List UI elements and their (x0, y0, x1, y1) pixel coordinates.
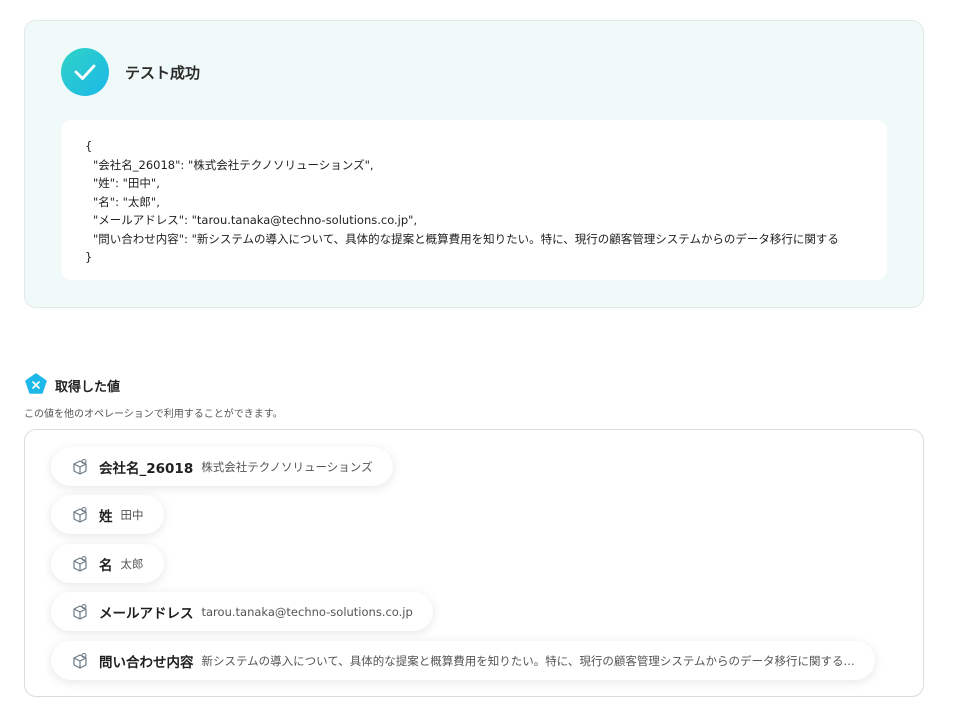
success-title: テスト成功 (125, 63, 201, 82)
json-line: "会社名_26018": "株式会社テクノソリューションズ", (93, 157, 374, 172)
acquired-values-panel: 会社名_26018 株式会社テクノソリューションズ 姓 田中 名 太郎 メールア… (24, 429, 924, 697)
acquired-values-title: 取得した値 (55, 380, 121, 395)
chip-value: 太郎 (120, 556, 144, 571)
json-line: "問い合わせ内容": "新システムの導入について、具体的な提案と概算費用を知りた… (93, 231, 839, 246)
json-line: } (85, 250, 93, 264)
chip-key: メールアドレス (99, 605, 194, 622)
json-line: "姓": "田中", (93, 176, 160, 190)
json-line: { (85, 139, 93, 153)
chip-key: 会社名_26018 (99, 460, 194, 477)
cube-icon (71, 506, 89, 524)
cube-icon (71, 458, 89, 476)
chip-value: 新システムの導入について、具体的な提案と概算費用を知りたい。特に、現行の顧客管理… (201, 653, 855, 668)
chip-value: tarou.tanaka@techno-solutions.co.jp (201, 604, 413, 619)
value-chip-last-name[interactable]: 姓 田中 (51, 495, 164, 534)
cube-icon (71, 603, 89, 621)
chip-key: 姓 (99, 508, 113, 525)
cube-icon (71, 555, 89, 573)
chip-value: 田中 (120, 507, 144, 522)
value-chip-first-name[interactable]: 名 太郎 (51, 544, 164, 583)
acquired-values-header: 取得した値 (25, 373, 120, 398)
cube-icon (71, 652, 89, 670)
check-icon (61, 48, 109, 96)
success-header: テスト成功 (61, 48, 200, 96)
chip-value: 株式会社テクノソリューションズ (201, 459, 373, 474)
json-line: "名": "太郎", (93, 194, 160, 209)
chip-key: 名 (99, 557, 113, 574)
page: テスト成功 { "会社名_26018": "株式会社テクノソリューションズ", … (0, 0, 953, 722)
chip-key: 問い合わせ内容 (99, 654, 194, 671)
value-chip-company[interactable]: 会社名_26018 株式会社テクノソリューションズ (51, 447, 393, 486)
test-success-panel: テスト成功 { "会社名_26018": "株式会社テクノソリューションズ", … (24, 20, 924, 308)
acquired-values-description: この値を他のオペレーションで利用することができます。 (24, 409, 283, 420)
json-output: { "会社名_26018": "株式会社テクノソリューションズ", "姓": "… (61, 120, 887, 280)
json-line: "メールアドレス": "tarou.tanaka@techno-solution… (93, 213, 418, 227)
value-chip-email[interactable]: メールアドレス tarou.tanaka@techno-solutions.co… (51, 592, 433, 631)
variable-pentagon-icon (25, 373, 47, 398)
value-chip-inquiry[interactable]: 問い合わせ内容 新システムの導入について、具体的な提案と概算費用を知りたい。特に… (51, 641, 875, 680)
